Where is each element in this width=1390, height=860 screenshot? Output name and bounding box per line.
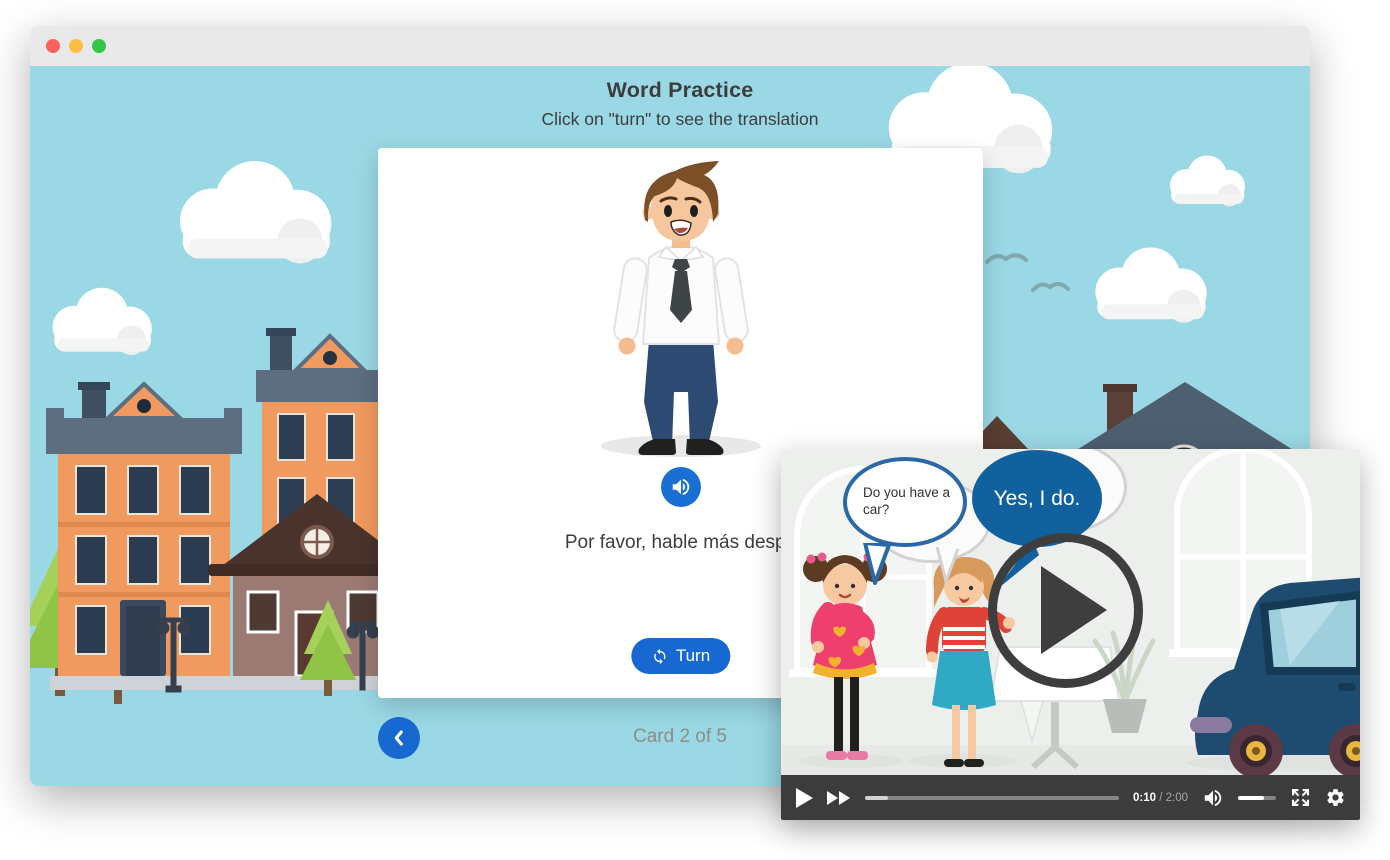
- time-separator: /: [1159, 792, 1162, 804]
- volume-button[interactable]: [1202, 787, 1224, 809]
- video-controls: 0:10 / 2:00: [781, 775, 1360, 820]
- zoom-icon[interactable]: [92, 39, 106, 53]
- time-display: 0:10 / 2:00: [1133, 792, 1188, 804]
- fast-forward-icon: [827, 791, 851, 805]
- page-title: Word Practice: [50, 78, 1310, 103]
- turn-button-label: Turn: [676, 646, 710, 666]
- speaker-icon: [670, 476, 692, 498]
- progress-played: [865, 796, 888, 800]
- fast-forward-button[interactable]: [827, 791, 851, 805]
- big-play-button[interactable]: [988, 533, 1143, 688]
- volume-slider[interactable]: [1238, 796, 1276, 800]
- speech-bubble-answer-text: Yes, I do.: [994, 487, 1081, 511]
- speech-bubble-question-text: Do you have a car?: [863, 485, 963, 519]
- gear-icon: [1325, 787, 1346, 808]
- speech-bubble-answer: Yes, I do.: [972, 450, 1102, 547]
- bird-icon: [987, 255, 1026, 262]
- close-icon[interactable]: [46, 39, 60, 53]
- progress-bar[interactable]: [865, 796, 1119, 800]
- play-button[interactable]: [795, 788, 813, 808]
- turn-button[interactable]: Turn: [631, 638, 730, 674]
- duration: 2:00: [1166, 792, 1188, 804]
- cartoon-man-illustration: [591, 160, 771, 465]
- video-scene[interactable]: Do you have a car? Yes, I do.: [781, 449, 1360, 775]
- volume-up-icon: [1202, 787, 1224, 809]
- practice-header: Word Practice Click on "turn" to see the…: [30, 66, 1310, 130]
- play-icon: [1041, 566, 1107, 654]
- bird-icon: [1033, 284, 1068, 290]
- page-subtitle: Click on "turn" to see the translation: [50, 109, 1310, 130]
- fullscreen-icon: [1290, 787, 1311, 808]
- window-titlebar: [30, 26, 1310, 66]
- minimize-icon[interactable]: [69, 39, 83, 53]
- play-icon: [795, 788, 813, 808]
- speech-bubble-ghost-tail: [931, 545, 961, 585]
- video-player: Do you have a car? Yes, I do.: [781, 449, 1360, 820]
- volume-fill: [1238, 796, 1264, 800]
- settings-button[interactable]: [1325, 787, 1346, 808]
- speech-bubble-question-tail: [859, 543, 893, 587]
- current-time: 0:10: [1133, 792, 1156, 804]
- speech-bubble-question: Do you have a car?: [843, 457, 967, 547]
- refresh-icon: [651, 648, 668, 665]
- audio-button[interactable]: [661, 467, 701, 507]
- building-orange: [46, 382, 242, 690]
- fullscreen-button[interactable]: [1290, 787, 1311, 808]
